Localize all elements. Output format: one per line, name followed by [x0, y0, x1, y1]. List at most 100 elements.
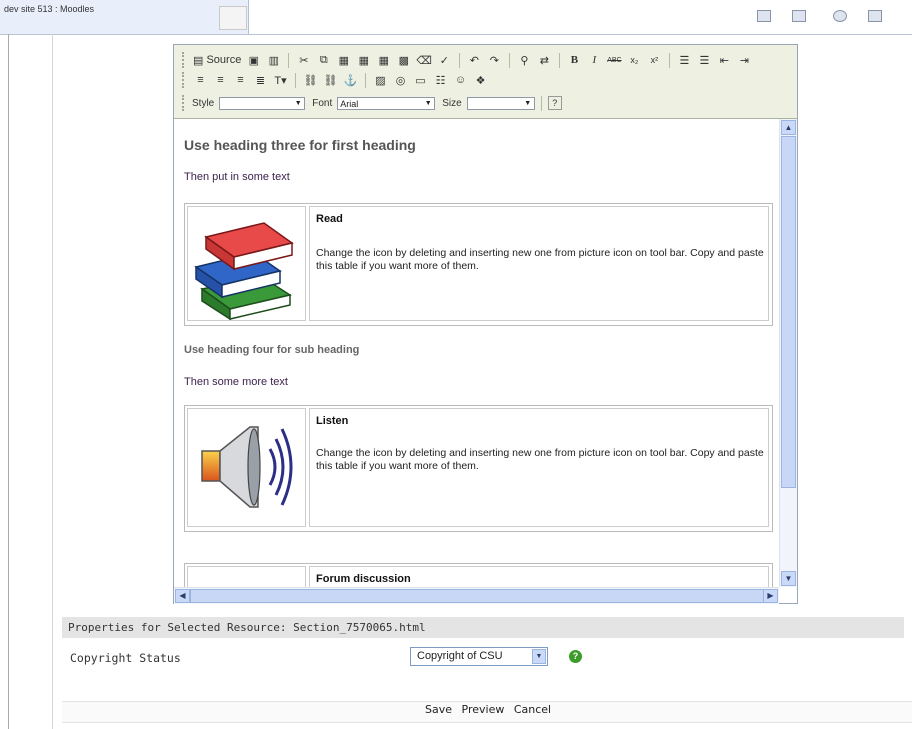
toolbar-separator — [558, 52, 560, 68]
frame-divider — [52, 34, 53, 729]
toolbar-separator — [458, 52, 460, 68]
page-icon[interactable] — [757, 10, 771, 22]
copyright-select[interactable]: Copyright of CSU ▼ — [410, 647, 548, 666]
paste-word-icon[interactable]: ▦ — [375, 52, 392, 68]
align-left-icon[interactable]: ≡ — [192, 72, 209, 88]
redo-icon[interactable]: ↷ — [486, 52, 503, 68]
style-select[interactable]: ▼ — [219, 96, 306, 110]
source-label: Source — [206, 54, 242, 66]
horizontal-rule-icon[interactable]: ☷ — [432, 72, 449, 88]
source-button[interactable]: ▤ Source — [192, 52, 242, 68]
paste-text-icon[interactable]: ▦ — [355, 52, 372, 68]
hscroll-thumb[interactable] — [190, 589, 764, 603]
paragraph-text: Then put in some text — [184, 171, 290, 183]
toolbar-separator — [288, 52, 290, 68]
image-icon[interactable]: ▨ — [372, 72, 389, 88]
editor-toolbar: ▤ Source ▣ ▥ ✂ ⧉ ▦ ▦ ▦ ▩ ⌫ ✓ ↶ ↷ ⚲ ⇄ B I… — [174, 45, 797, 119]
forum-title: Forum discussion — [316, 573, 411, 585]
bold-icon[interactable]: B — [566, 52, 583, 68]
text-color-icon[interactable]: T▾ — [272, 72, 289, 88]
horizontal-scrollbar[interactable]: ◀ ▶ — [174, 587, 779, 604]
copy-icon[interactable]: ⧉ — [315, 52, 332, 68]
forum-image-cell — [187, 566, 306, 587]
font-label: Font — [312, 97, 333, 109]
anchor-icon[interactable]: ⚓ — [342, 72, 359, 88]
eraser-icon[interactable]: ⌫ — [415, 52, 433, 68]
books-icon — [194, 222, 294, 321]
page-menu-icon[interactable] — [868, 10, 882, 22]
listen-image-cell — [187, 408, 306, 527]
justify-icon[interactable]: ≣ — [252, 72, 269, 88]
outdent-icon[interactable]: ⇤ — [716, 52, 733, 68]
link-icon[interactable]: ⛓ — [302, 72, 319, 88]
read-body: Change the icon by deleting and insertin… — [316, 247, 764, 272]
replace-icon[interactable]: ⇄ — [536, 52, 553, 68]
toolbar-separator — [668, 52, 670, 68]
listen-table: Listen Change the icon by deleting and i… — [184, 405, 773, 532]
numbered-list-icon[interactable]: ☰ — [676, 52, 693, 68]
table-icon[interactable]: ▭ — [412, 72, 429, 88]
chevron-down-icon: ▼ — [524, 99, 532, 107]
toolbar-separator — [508, 52, 510, 68]
print-icon[interactable] — [792, 10, 806, 22]
paragraph-text: Then some more text — [184, 376, 288, 388]
save-button[interactable]: Save — [425, 703, 452, 716]
scroll-left-icon[interactable]: ◀ — [175, 589, 190, 603]
editor-content[interactable]: Use heading three for first heading Then… — [174, 119, 779, 587]
toolbar-grip — [182, 95, 187, 111]
source-icon: ▤ — [193, 54, 204, 67]
listen-title: Listen — [316, 415, 349, 427]
scroll-thumb[interactable] — [781, 136, 796, 488]
spellcheck-icon[interactable]: ✓ — [436, 52, 453, 68]
paste-icon[interactable]: ▦ — [335, 52, 352, 68]
action-buttons: Save Preview Cancel — [425, 703, 557, 716]
select-all-icon[interactable]: ▩ — [395, 52, 412, 68]
preview-button[interactable]: Preview — [462, 703, 505, 716]
undo-icon[interactable]: ↶ — [466, 52, 483, 68]
save-doc-icon[interactable]: ▣ — [245, 52, 262, 68]
scroll-right-icon[interactable]: ▶ — [763, 589, 778, 603]
web-icon[interactable] — [833, 10, 847, 22]
cancel-button[interactable]: Cancel — [514, 703, 551, 716]
superscript-icon[interactable]: x² — [646, 52, 663, 68]
window-title-strip: dev site 513 : Moodles — [0, 0, 249, 34]
new-page-icon[interactable]: ▥ — [265, 52, 282, 68]
font-select[interactable]: Arial ▼ — [337, 96, 436, 110]
indent-icon[interactable]: ⇥ — [736, 52, 753, 68]
copyright-select-value: Copyright of CSU — [417, 650, 503, 662]
read-title: Read — [316, 213, 343, 225]
window-title: dev site 513 : Moodles — [4, 4, 95, 14]
unlink-icon[interactable]: ⛓ — [322, 72, 339, 88]
vertical-scrollbar[interactable]: ▲ ▼ — [779, 119, 797, 587]
cut-icon[interactable]: ✂ — [295, 52, 312, 68]
align-right-icon[interactable]: ≡ — [232, 72, 249, 88]
help-icon[interactable]: ? — [569, 650, 582, 663]
scroll-up-icon[interactable]: ▲ — [781, 120, 796, 135]
read-table: Read Change the icon by deleting and ins… — [184, 203, 773, 326]
chevron-down-icon: ▼ — [424, 99, 432, 107]
speaker-icon — [201, 426, 293, 508]
size-label: Size — [442, 97, 462, 109]
find-icon[interactable]: ⚲ — [516, 52, 533, 68]
read-image-cell — [187, 206, 306, 321]
italic-icon[interactable]: I — [586, 52, 603, 68]
scroll-down-icon[interactable]: ▼ — [781, 571, 796, 586]
flash-icon[interactable]: ◎ — [392, 72, 409, 88]
heading-four: Use heading four for sub heading — [184, 344, 360, 356]
listen-body: Change the icon by deleting and insertin… — [316, 447, 764, 472]
toolbar-grip — [182, 52, 187, 68]
toolbar-grip — [182, 72, 187, 88]
align-center-icon[interactable]: ≡ — [212, 72, 229, 88]
strikethrough-icon[interactable]: ABC — [606, 52, 623, 68]
toolbar-separator — [365, 72, 366, 88]
address-field[interactable] — [219, 6, 247, 30]
browser-top-bar: dev site 513 : Moodles — [0, 0, 912, 35]
size-select[interactable]: ▼ — [466, 96, 535, 110]
special-char-icon[interactable]: ❖ — [472, 72, 489, 88]
forum-text-cell: Forum discussion — [309, 566, 769, 587]
subscript-icon[interactable]: x₂ — [626, 52, 643, 68]
bullet-list-icon[interactable]: ☰ — [696, 52, 713, 68]
forum-icon — [188, 567, 305, 587]
smiley-icon[interactable]: ☺ — [452, 72, 469, 88]
help-icon[interactable]: ? — [547, 96, 562, 110]
